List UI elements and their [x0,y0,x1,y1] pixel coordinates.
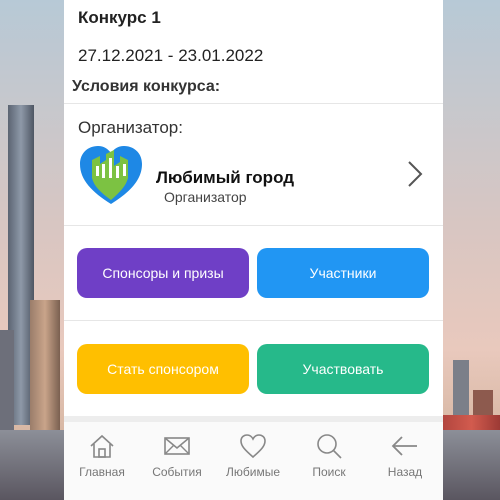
tab-back-label: Назад [387,465,423,479]
organizer-section-label: Организатор: [78,118,183,137]
bottom-tab-bar: Главная События Любимые Поиск Назад [64,416,443,500]
tab-home-label: Главная [79,465,125,479]
contest-dates: 27.12.2021 - 23.01.2022 [78,46,264,65]
heart-icon [240,434,266,459]
background-city-right [443,0,500,500]
envelope-icon [164,437,190,455]
tab-back[interactable]: Назад [369,428,441,498]
chevron-right-icon[interactable] [407,160,423,188]
sponsors-prizes-button[interactable]: Спонсоры и призы [77,248,249,298]
divider [64,103,443,104]
participate-button[interactable]: Участвовать [257,344,429,394]
home-icon [90,434,114,458]
contest-screen: Конкурс 1 27.12.2021 - 23.01.2022 Услови… [64,0,443,500]
divider [64,320,443,321]
become-sponsor-button[interactable]: Стать спонсором [77,344,249,394]
organizer-row[interactable]: Любимый город Организатор [64,140,443,210]
contest-conditions-label[interactable]: Условия конкурса: [72,78,220,96]
divider [64,225,443,226]
tab-search-label: Поиск [312,465,346,479]
tab-events[interactable]: События [141,428,213,498]
tab-events-label: События [152,465,202,479]
tab-home[interactable]: Главная [66,428,138,498]
participants-button[interactable]: Участники [257,248,429,298]
search-icon [317,434,342,459]
background-city-left [0,0,64,500]
contest-title: Конкурс 1 [78,8,161,27]
organizer-logo [78,144,144,206]
tab-favorites-label: Любимые [226,465,280,479]
tab-search[interactable]: Поиск [293,428,365,498]
organizer-name: Любимый город [156,168,295,187]
organizer-role: Организатор [164,189,247,205]
back-arrow-icon [391,436,417,456]
tab-favorites[interactable]: Любимые [217,428,289,498]
